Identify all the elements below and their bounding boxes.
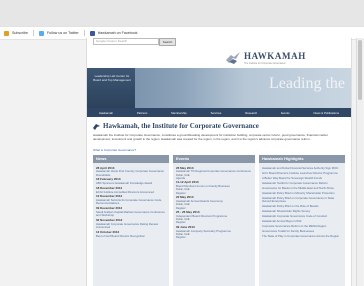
intro-paragraph: Hawkamah the Institute for Corporate Gov…	[93, 133, 328, 141]
site-logo[interactable]: HAWKAMAH The Institute for Corporate Gov…	[225, 48, 335, 68]
twitter-icon[interactable]	[38, 30, 44, 36]
toolbar-link-subscribe[interactable]: Subscribe	[12, 31, 28, 35]
hawk-bullet-icon	[93, 123, 100, 130]
highlight-link[interactable]: Hawkamah Policy Brief on the Role of Boa…	[262, 204, 342, 208]
logo-name: HAWKAMAH	[244, 50, 306, 61]
nav-item-research[interactable]: Research	[245, 111, 257, 115]
hawk-logo-icon	[226, 52, 240, 64]
facebook-icon[interactable]	[89, 30, 95, 36]
nav-item-hawkamah[interactable]: Hawkamah	[99, 111, 113, 115]
highlight-link[interactable]: A Better Way Board for Sovereign Wealth …	[262, 176, 342, 180]
highlight-link[interactable]: The State of Play in Corporate Governanc…	[262, 234, 342, 238]
nav-item-news[interactable]: News & Publications	[314, 111, 340, 115]
browser-viewport: Subscribe Follow us on Twitter Hawkamah …	[0, 0, 364, 286]
logo-subtitle: The Institute for Corporate Governance	[244, 61, 286, 65]
event-item: 22 May 2013 Hawkamah Annual Awards Ceremo…	[176, 196, 252, 210]
highlight-link[interactable]: Hawkamah Annual Report 2012	[262, 219, 342, 223]
news-item[interactable]: 09 December 2012 Saudi Arabian Capital Ma…	[96, 207, 166, 217]
toolbar-link-twitter[interactable]: Follow us on Twitter	[47, 31, 79, 35]
highlight-link[interactable]: Hawkamah Policy Brief on Minority Shareh…	[262, 191, 342, 195]
vertical-scrollbar[interactable]	[356, 38, 363, 286]
search-button[interactable]: Search	[159, 38, 176, 46]
hero-banner: Leadership Lab Center for Board and Top …	[87, 68, 351, 108]
news-item[interactable]: 02 November 2012 Hawkamah Corporate Gover…	[96, 219, 166, 229]
page-heading: Hawkamah, the Institute for Corporate Go…	[93, 122, 259, 130]
event-item: 26 May 2013 Hawkamah 7th Regional Corpora…	[176, 166, 252, 180]
events-list: 26 May 2013 Hawkamah 7th Regional Corpora…	[173, 163, 255, 286]
event-title[interactable]: Hawkamah 7th Regional Corporate Governan…	[176, 169, 252, 173]
news-item[interactable]: 12 October 2012 Best of Gulf Board Direct…	[96, 231, 166, 238]
toolbar-divider	[83, 30, 85, 36]
main-nav: Hawkamah Partners Membership Services Re…	[87, 108, 351, 117]
news-column-title: News	[93, 155, 169, 163]
highlight-link[interactable]: Governance for Banks in the Middle East …	[262, 186, 342, 190]
site-header: Google Custom Search Search HAWKAMAH The…	[87, 38, 351, 68]
events-column-title: Events	[173, 155, 255, 163]
news-headline[interactable]: ECGI Institute Accredited Directors Anno…	[96, 190, 166, 194]
toolbar-divider	[32, 30, 34, 36]
news-headline[interactable]: Saudi Arabian Capital Markets Governance…	[96, 210, 166, 218]
news-headline[interactable]: Hawkamah Submits Its Corporate Governanc…	[96, 198, 166, 206]
news-headline[interactable]: Best of Gulf Board Director Recognition	[96, 234, 166, 238]
news-item[interactable]: 18 December 2012 ECGI Institute Accredite…	[96, 186, 166, 194]
rss-icon[interactable]	[4, 30, 9, 36]
news-item[interactable]: 12 December 2012 Hawkamah Submits Its Cor…	[96, 195, 166, 205]
highlight-link[interactable]: Hawkamah and Dubai Financial Services Au…	[262, 166, 342, 170]
news-item[interactable]: 28 April 2013 Hawkamah Hosts First Countr…	[96, 166, 166, 177]
highlight-link[interactable]: GCC Board Directors Institute Launches D…	[262, 171, 342, 175]
news-item[interactable]: 18 February 2013 ABC Sponsors Hawkamah Kn…	[96, 178, 166, 185]
page-content: Google Custom Search Search HAWKAMAH The…	[86, 38, 352, 286]
highlights-column: Hawkamah Highlights Hawkamah and Dubai F…	[259, 155, 345, 286]
search-input[interactable]: Google Custom Search	[93, 38, 159, 45]
event-item: 25 - 26 May 2013 Independent Board Direct…	[176, 211, 252, 225]
highlights-column-title: Hawkamah Highlights	[259, 155, 345, 163]
what-is-cg-link[interactable]: What is Corporate Governance?	[93, 148, 136, 152]
news-headline[interactable]: ABC Sponsors Hawkamah Knowledge Award	[96, 181, 166, 185]
news-headline[interactable]: Hawkamah Hosts First Country Corporate G…	[96, 169, 166, 177]
news-column: News 28 April 2013 Hawkamah Hosts First C…	[93, 155, 169, 286]
top-strip	[0, 0, 364, 26]
banner-quote: Leadership Lab Center for Board and Top …	[93, 74, 131, 82]
nav-item-membership[interactable]: Membership	[171, 111, 186, 115]
news-list: 28 April 2013 Hawkamah Hosts First Countr…	[93, 163, 169, 286]
toolbar-link-facebook[interactable]: Hawkamah on Facebook	[98, 31, 138, 35]
events-column: Events 26 May 2013 Hawkamah 7th Regional …	[173, 155, 255, 286]
highlight-link[interactable]: Hawkamah Toolkit for Corporate Governanc…	[262, 181, 342, 185]
highlights-list: Hawkamah and Dubai Financial Services Au…	[259, 163, 345, 286]
banner-tagline: Leading the	[269, 75, 345, 92]
event-item: 09 June 2013 Hawkamah Company Secretary P…	[176, 226, 252, 240]
highlight-link[interactable]: Hawkamah Policy Brief on Corporate Gover…	[262, 196, 342, 204]
highlight-link[interactable]: Hawkamah Shareholder Rights Survey	[262, 209, 342, 213]
highlight-link[interactable]: Hawkamah Corporate Governance Code of Co…	[262, 214, 342, 218]
highlight-link[interactable]: Corporate Governance Reform in the MENA …	[262, 224, 342, 228]
highlight-link[interactable]: Governance Toolkit for Family Businesses	[262, 229, 342, 233]
logo-text-block: HAWKAMAH The Institute for Corporate Gov…	[244, 50, 306, 65]
event-item: 11-12 April 2013 Board Members Forum on F…	[176, 181, 252, 195]
news-headline[interactable]: Hawkamah Corporate Governance Rating Rev…	[96, 222, 166, 230]
scrollbar-thumb[interactable]	[358, 40, 362, 100]
banner-side-panel: Leadership Lab Center for Board and Top …	[87, 68, 135, 108]
page-title: Hawkamah, the Institute for Corporate Go…	[103, 122, 259, 130]
nav-item-partners[interactable]: Partners	[137, 111, 148, 115]
event-link[interactable]: Register	[176, 236, 252, 239]
nav-item-events[interactable]: Events	[281, 111, 290, 115]
nav-item-services[interactable]: Services	[211, 111, 222, 115]
